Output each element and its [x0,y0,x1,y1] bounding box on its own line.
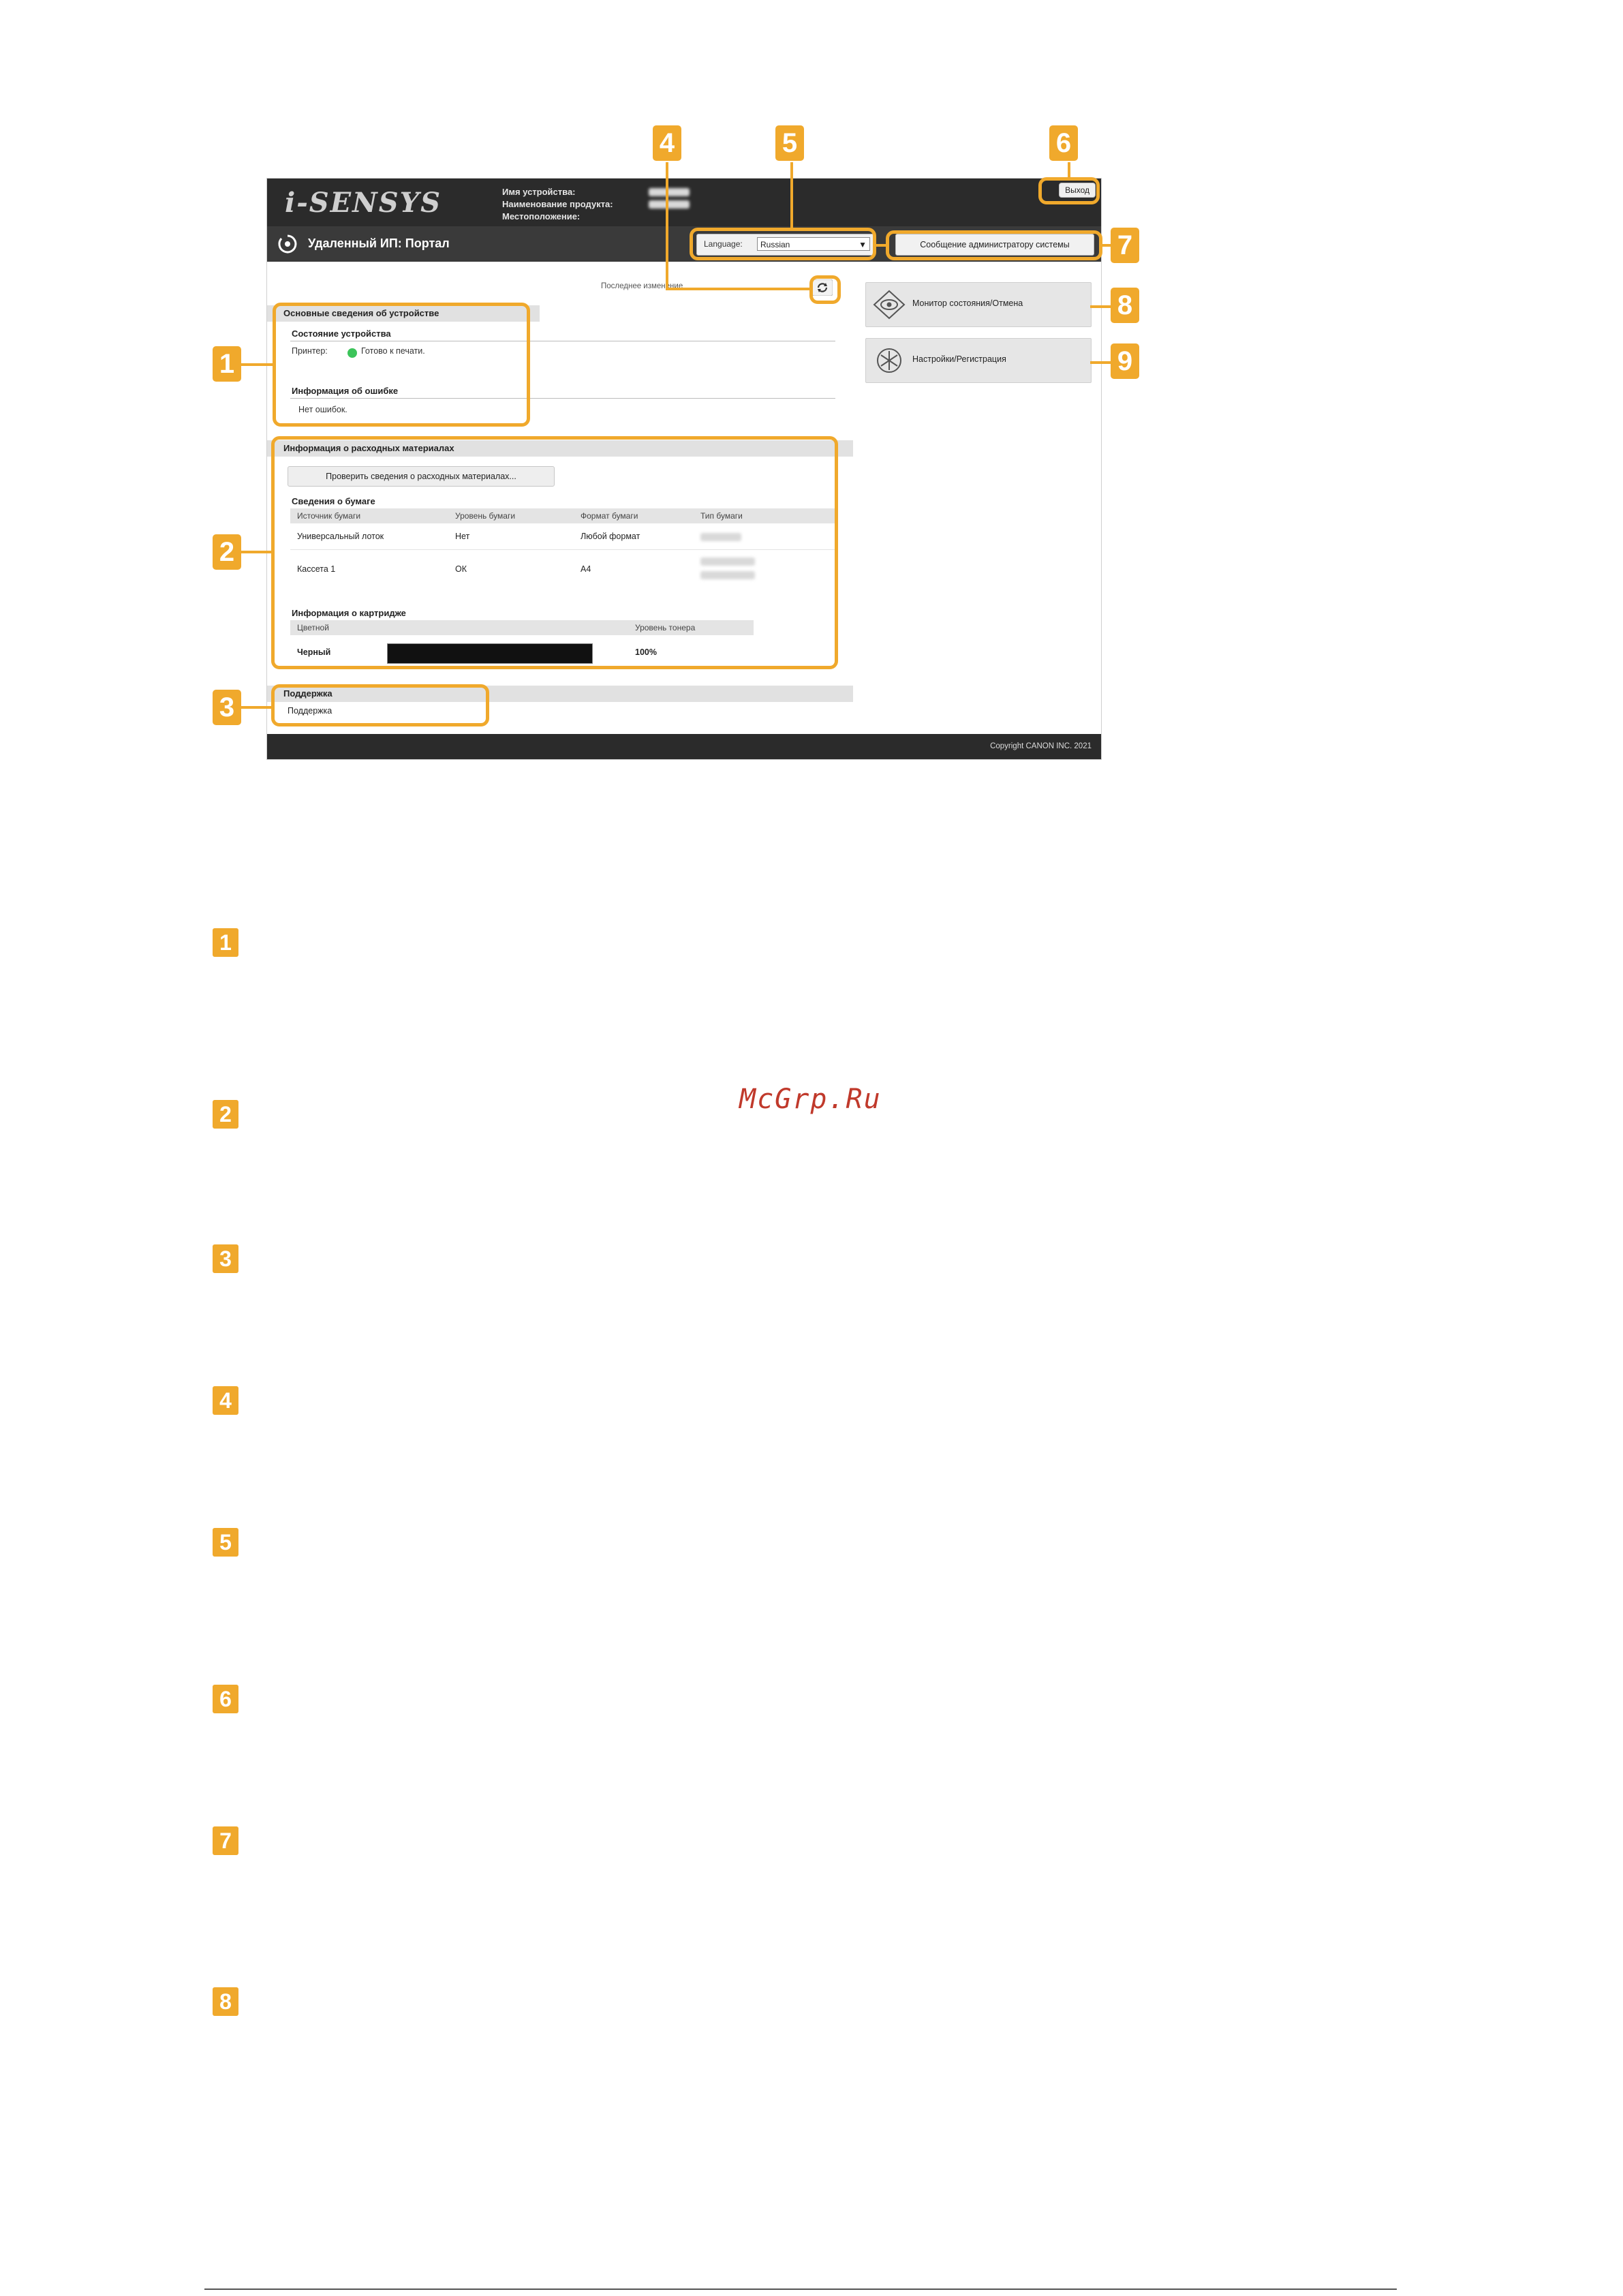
callout-1-badge: 1 [213,346,241,382]
location-label: Местоположение: [502,211,581,221]
portal-icon [278,234,297,254]
callout-4-badge: 4 [653,125,681,161]
product-name-value [649,200,690,209]
footer-bar: Copyright CANON INC. 2021 [267,734,1101,759]
callout-5-highlight [690,228,876,260]
list-number-3: 3 [213,1244,238,1273]
status-monitor-label: Монитор состояния/Отмена [912,299,1023,308]
eye-icon [873,290,906,320]
callout-7-leader [1102,244,1111,247]
top-bar: i-SENSYS Имя устройства: Наименование пр… [267,179,1101,226]
callout-2-leader [241,551,271,553]
list-number-1: 1 [213,928,238,957]
list-number-8: 8 [213,1987,238,2016]
settings-registration-label: Настройки/Регистрация [912,354,1006,364]
settings-registration-button[interactable]: Настройки/Регистрация [865,338,1092,383]
callout-4-highlight [809,275,841,304]
page-bottom-rule [204,2289,1397,2290]
callout-7-badge: 7 [1111,228,1139,263]
callout-5-badge: 5 [775,125,804,161]
callout-6-highlight [1038,177,1100,204]
callout-8-badge: 8 [1111,288,1139,323]
product-name-label: Наименование продукта: [502,199,613,209]
list-number-4: 4 [213,1386,238,1415]
device-name-value [649,188,690,196]
brand-logo: i-SENSYS [285,187,442,219]
list-number-6: 6 [213,1685,238,1713]
callout-4-leader [666,288,810,290]
callout-9-badge: 9 [1111,343,1139,379]
page-title: Удаленный ИП: Портал [308,236,450,250]
callout-2-badge: 2 [213,534,241,570]
list-number-5: 5 [213,1528,238,1557]
callout-4-leader [666,162,668,289]
callout-3-leader [241,706,271,709]
callout-8-leader [1090,305,1111,308]
callout-6-leader [1068,162,1070,177]
list-number-7: 7 [213,1826,238,1855]
callout-9-leader [1090,361,1111,364]
callout-3-highlight [271,684,489,726]
callout-1-leader [241,363,273,366]
callout-5-leader [790,162,793,228]
callout-3-badge: 3 [213,690,241,725]
copyright-text: Copyright CANON INC. 2021 [990,742,1092,750]
watermark: McGrp.Ru [739,1084,882,1115]
callout-7-highlight [886,230,1102,260]
callout-7-leader [876,244,886,247]
callout-2-highlight [271,436,838,669]
device-name-label: Имя устройства: [502,187,576,197]
callout-1-highlight [273,303,530,427]
list-number-2: 2 [213,1100,238,1129]
callout-6-badge: 6 [1049,125,1078,161]
settings-icon [877,348,901,373]
status-monitor-button[interactable]: Монитор состояния/Отмена [865,282,1092,327]
